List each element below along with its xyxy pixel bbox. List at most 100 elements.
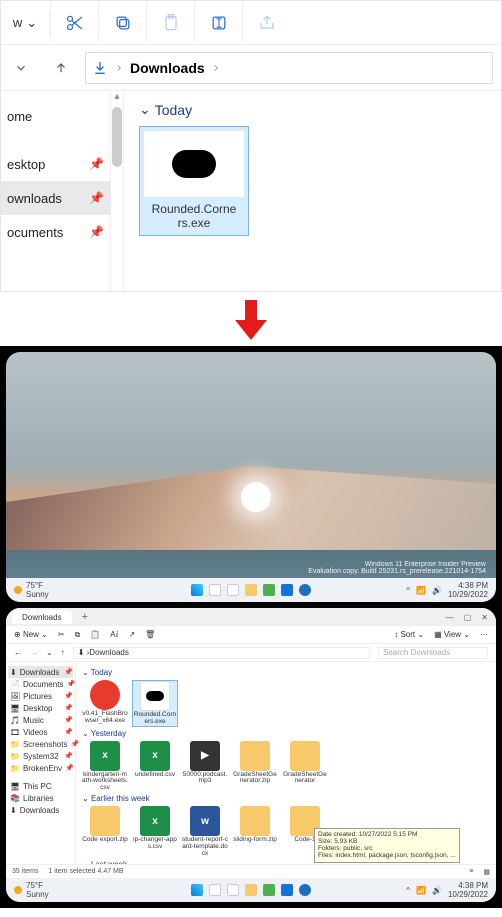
sidebar-item-desktop[interactable]: esktop📌 [1, 147, 110, 181]
sidebar-item-downloads[interactable]: ownloads📌 [1, 181, 110, 215]
search-input[interactable]: Search Downloads [378, 647, 488, 659]
search-icon[interactable] [209, 884, 221, 896]
file-tile[interactable]: ▶50000.podcast.mp3 [182, 741, 228, 792]
explorer-icon[interactable] [245, 584, 257, 596]
taskview-icon[interactable] [227, 884, 239, 896]
cut-button[interactable] [50, 1, 98, 44]
nav-item-libraries[interactable]: 📚Libraries [8, 792, 73, 804]
nav-item[interactable]: 🎵Music📌 [8, 714, 73, 726]
new-tab-button[interactable]: + [78, 611, 92, 623]
wifi-icon[interactable]: 📶 [416, 886, 426, 895]
start-icon[interactable] [191, 884, 203, 896]
nav-item[interactable]: ⬇Downloads [8, 804, 73, 816]
taskview-icon[interactable] [227, 584, 239, 596]
taskbar-weather[interactable]: 75°FSunny [14, 881, 49, 899]
back-button[interactable]: ← [14, 648, 22, 657]
maximize-button[interactable]: ▢ [464, 613, 472, 622]
file-tile[interactable]: GradeSheetGenerator [282, 741, 328, 792]
group-label: Today [155, 102, 192, 118]
file-tile[interactable]: xundefined.csv [132, 741, 178, 792]
minimize-button[interactable]: — [446, 613, 454, 622]
share-button[interactable]: ↗ [128, 630, 135, 639]
rename-button[interactable] [194, 1, 242, 44]
file-name: GradeSheetGenerator [282, 772, 328, 786]
store-icon[interactable] [281, 584, 293, 596]
cut-button[interactable]: ✂ [58, 630, 65, 639]
nav-item[interactable]: 📁System32📌 [8, 750, 73, 762]
zip-icon [240, 741, 270, 771]
breadcrumb-bar[interactable]: ⬇ › Downloads [73, 647, 370, 659]
forward-button[interactable]: → [30, 648, 38, 657]
wifi-icon[interactable]: 📶 [416, 586, 426, 595]
view-grid-button[interactable]: ▦ [483, 868, 490, 876]
nav-item-thispc[interactable]: 🖥This PC [8, 780, 73, 792]
edge-icon[interactable] [299, 584, 311, 596]
ribbon-view-dropdown[interactable]: w ⌄ [1, 1, 49, 44]
desktop-wallpaper[interactable]: Windows 11 Enterprise Insider Preview Ev… [6, 352, 496, 602]
up-button[interactable]: ↑ [61, 648, 65, 657]
view-button[interactable]: ▦ View ⌄ [434, 630, 470, 639]
copy-button[interactable] [98, 1, 146, 44]
breadcrumb-bar[interactable]: Downloads [85, 52, 493, 84]
scroll-up-icon[interactable]: ▴ [114, 91, 119, 105]
taskbar-tray[interactable]: ^ 📶 🔊 4:38 PM10/29/2022 [406, 881, 488, 899]
file-tile[interactable]: GradeSheetGenerator.zip [232, 741, 278, 792]
taskbar[interactable]: 75°FSunny ^ 📶 🔊 4:38 PM10/29/2022 [6, 578, 496, 602]
sidebar-item-documents[interactable]: ocuments📌 [1, 215, 110, 249]
view-details-button[interactable]: ≡ [469, 868, 473, 875]
nav-item[interactable]: 📁Screenshots📌 [8, 738, 73, 750]
file-tile[interactable]: wstudent-report-card-template.docx [182, 806, 228, 857]
group-yesterday[interactable]: ⌄ Yesterday [82, 729, 490, 738]
file-tile[interactable]: v0.41_FlashBrowser_x64.exe [82, 680, 128, 727]
group-earlier-week[interactable]: ⌄ Earlier this week [82, 794, 490, 803]
up-button[interactable] [41, 45, 81, 90]
taskbar[interactable]: 75°FSunny ^ 📶 🔊 4:38 PM10/29/2022 [6, 878, 496, 902]
nav-item[interactable]: 🖥Desktop📌 [8, 702, 73, 714]
nav-item[interactable]: 🖼Pictures📌 [8, 690, 73, 702]
file-tile[interactable]: xip-changer-apps.csv [132, 806, 178, 857]
volume-icon[interactable]: 🔊 [432, 886, 442, 895]
volume-icon[interactable]: 🔊 [432, 586, 442, 595]
file-pane[interactable]: ⌄ Today v0.41_FlashBrowser_x64.exe Round… [76, 662, 496, 864]
breadcrumb-folder[interactable]: Downloads [130, 60, 205, 76]
recent-dropdown[interactable] [1, 45, 41, 90]
scrollbar[interactable]: ▴ [110, 91, 124, 291]
delete-button[interactable]: 🗑 [145, 630, 155, 639]
file-tile-rounded-corners[interactable]: Rounded.Corners.exe [132, 680, 178, 727]
explorer-icon[interactable] [245, 884, 257, 896]
sort-button[interactable]: ↕ Sort ⌄ [394, 630, 424, 639]
tray-chevron-icon[interactable]: ^ [406, 586, 410, 595]
search-icon[interactable] [209, 584, 221, 596]
taskbar-weather[interactable]: 75°FSunny [14, 581, 49, 599]
store-icon[interactable] [281, 884, 293, 896]
app-icon[interactable] [263, 584, 275, 596]
scroll-thumb[interactable] [112, 107, 122, 167]
edge-icon[interactable] [299, 884, 311, 896]
app-icon[interactable] [263, 884, 275, 896]
taskbar-tray[interactable]: ^ 📶 🔊 4:38 PM10/29/2022 [406, 581, 488, 599]
recent-button[interactable]: ⌄ [46, 648, 53, 657]
nav-item[interactable]: 📁BrokenEnv📌 [8, 762, 73, 774]
explorer-tab[interactable]: Downloads [12, 610, 72, 624]
close-button[interactable]: ✕ [481, 613, 488, 622]
start-icon[interactable] [191, 584, 203, 596]
file-pane[interactable]: ▴ ⌄ Today Rounded.Corne rs.exe [111, 91, 501, 291]
nav-item[interactable]: ⬇Downloads📌 [8, 666, 73, 678]
nav-item[interactable]: 🎞Videos📌 [8, 726, 73, 738]
file-tile[interactable]: Code export.zip [82, 806, 128, 857]
sidebar-item-home[interactable]: ome [1, 99, 110, 133]
more-button[interactable]: ⋯ [480, 630, 488, 639]
group-today[interactable]: ⌄ Today [82, 668, 490, 677]
file-tile-rounded-corners[interactable]: Rounded.Corne rs.exe [139, 126, 249, 236]
paste-button[interactable]: 📋 [90, 630, 100, 639]
share-button[interactable] [242, 1, 290, 44]
file-tile[interactable]: sliding-form.zip [232, 806, 278, 857]
file-tile[interactable]: xkindergarten-math-worksheets.csv [82, 741, 128, 792]
nav-item[interactable]: 📄Documents📌 [8, 678, 73, 690]
copy-button[interactable]: ⧉ [75, 630, 81, 640]
rename-button[interactable]: Aⅈ [110, 630, 118, 639]
new-button[interactable]: ⊕ New ⌄ [14, 630, 48, 639]
tray-chevron-icon[interactable]: ^ [406, 886, 410, 895]
paste-button[interactable] [146, 1, 194, 44]
group-header-today[interactable]: ⌄ Today [139, 101, 487, 118]
